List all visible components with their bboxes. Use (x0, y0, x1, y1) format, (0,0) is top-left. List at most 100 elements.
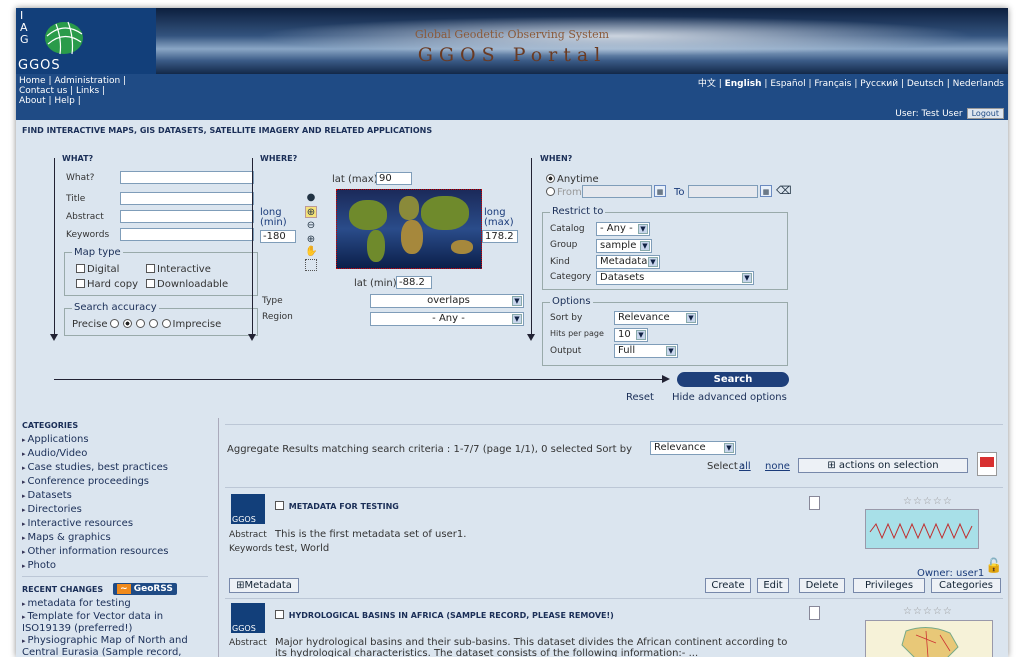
category-link[interactable]: Applications (22, 433, 208, 447)
lang-russian[interactable]: Русский (860, 79, 898, 89)
accuracy-radio-5[interactable] (161, 319, 171, 328)
select-all-link[interactable]: all (739, 461, 751, 472)
select-box-icon[interactable] (305, 259, 317, 271)
delete-button[interactable]: Delete (799, 578, 845, 593)
lang-dutch[interactable]: Nederlands (953, 79, 1004, 89)
digital-checkbox[interactable] (76, 264, 85, 273)
categories-button[interactable]: Categories (931, 578, 1001, 593)
nav-links-row-2[interactable]: Contact us | Links | (19, 86, 126, 96)
lang-english[interactable]: English (725, 79, 762, 89)
category-link[interactable]: Directories (22, 503, 208, 517)
lang-french[interactable]: Français (814, 79, 851, 89)
long-max-input[interactable]: 178.2 (482, 230, 518, 243)
calendar-icon[interactable]: ▦ (654, 185, 666, 197)
lat-min-input[interactable]: -88.2 (396, 276, 432, 289)
recent-link[interactable]: Template for Vector data in ISO19139 (pr… (22, 611, 206, 634)
hardcopy-option[interactable]: Hard copy (76, 279, 138, 290)
nav-links-row-1[interactable]: Home | Administration | (19, 76, 126, 86)
accuracy-radio-4[interactable] (148, 319, 158, 328)
logout-button[interactable]: Logout (966, 108, 1004, 119)
output-select[interactable]: Full ▼ (614, 344, 678, 358)
metadata-button[interactable]: ⊞Metadata (229, 578, 299, 593)
type-select[interactable]: overlaps ▼ (370, 294, 524, 308)
group-select[interactable]: sample ▼ (596, 239, 652, 253)
lang-chinese[interactable]: 中文 (698, 79, 716, 89)
downloadable-option[interactable]: Downloadable (146, 279, 228, 290)
interactive-option[interactable]: Interactive (146, 264, 211, 275)
accuracy-radio-3[interactable] (135, 319, 145, 328)
from-radio[interactable] (546, 187, 555, 196)
zoom-icon[interactable]: ⊕ (305, 234, 317, 246)
record-checkbox[interactable] (275, 501, 284, 510)
recent-link[interactable]: metadata for testing (22, 598, 206, 610)
category-link[interactable]: Interactive resources (22, 517, 208, 531)
kind-select[interactable]: Metadata ▼ (596, 255, 660, 269)
hardcopy-checkbox[interactable] (76, 279, 85, 288)
lang-spanish[interactable]: Español (770, 79, 805, 89)
clear-date-icon[interactable]: ⌫ (776, 185, 792, 197)
category-link[interactable]: Case studies, best practices (22, 461, 208, 475)
interactive-checkbox[interactable] (146, 264, 155, 273)
rating-stars[interactable]: ☆☆☆☆☆ (903, 606, 953, 617)
from-option[interactable]: From (544, 187, 582, 198)
digital-option[interactable]: Digital (76, 264, 119, 275)
title-input[interactable] (120, 192, 254, 205)
abstract-input[interactable] (120, 210, 254, 223)
what-arrow-icon (50, 334, 58, 341)
zoom-out-icon[interactable]: ⊖ (305, 220, 317, 232)
zoom-world-icon[interactable]: ● (305, 192, 317, 204)
category-link[interactable]: Maps & graphics (22, 531, 208, 545)
document-icon[interactable] (809, 606, 820, 620)
lang-german[interactable]: Deutsch (907, 79, 944, 89)
category-link[interactable]: Datasets (22, 489, 208, 503)
record-title-text[interactable]: HYDROLOGICAL BASINS IN AFRICA (SAMPLE RE… (289, 611, 614, 620)
sort-select[interactable]: Relevance ▼ (614, 311, 698, 325)
calendar-icon[interactable]: ▦ (760, 185, 772, 197)
category-link[interactable]: Audio/Video (22, 447, 208, 461)
category-link[interactable]: Conference proceedings (22, 475, 208, 489)
document-icon[interactable] (809, 496, 820, 510)
unlock-icon[interactable]: 🔓 (985, 558, 1002, 576)
search-button[interactable]: Search (677, 372, 789, 387)
reset-link[interactable]: Reset (626, 392, 654, 403)
anytime-option[interactable]: Anytime (544, 174, 599, 185)
world-map[interactable] (336, 189, 482, 269)
keywords-input[interactable] (120, 228, 254, 241)
catalog-select[interactable]: - Any - ▼ (596, 222, 650, 236)
region-select[interactable]: - Any - ▼ (370, 312, 524, 326)
record-title[interactable]: METADATA FOR TESTING (275, 501, 399, 511)
from-date-input[interactable] (582, 185, 652, 198)
recent-link[interactable]: Physiographic Map of North and Central E… (22, 635, 206, 657)
georss-button[interactable]: ∼ GeoRSS (113, 583, 177, 595)
edit-button[interactable]: Edit (757, 578, 789, 593)
create-button[interactable]: Create (705, 578, 751, 593)
nav-links-row-3[interactable]: About | Help | (19, 96, 126, 106)
record-title[interactable]: HYDROLOGICAL BASINS IN AFRICA (SAMPLE RE… (275, 610, 614, 620)
accuracy-radio-2[interactable] (122, 319, 132, 328)
hide-advanced-link[interactable]: Hide advanced options (672, 392, 787, 403)
category-link[interactable]: Photo (22, 559, 208, 573)
to-date-input[interactable] (688, 185, 758, 198)
pdf-export-icon[interactable] (977, 452, 997, 476)
current-user: User: Test User (895, 109, 963, 119)
accuracy-radio-1[interactable] (109, 319, 119, 328)
category-link[interactable]: Other information resources (22, 545, 208, 559)
results-sort-select[interactable]: Relevance ▼ (650, 441, 736, 455)
anytime-radio[interactable] (546, 174, 555, 183)
what-input[interactable] (120, 171, 254, 184)
record-title-text[interactable]: METADATA FOR TESTING (289, 502, 399, 511)
record-thumbnail[interactable] (865, 509, 979, 549)
hits-select[interactable]: 10 ▼ (614, 328, 648, 342)
pan-hand-icon[interactable]: ✋ (305, 246, 317, 258)
zoom-in-icon[interactable]: ⊕ (305, 206, 317, 218)
rating-stars[interactable]: ☆☆☆☆☆ (903, 496, 953, 507)
downloadable-checkbox[interactable] (146, 279, 155, 288)
record-checkbox[interactable] (275, 610, 284, 619)
select-none-link[interactable]: none (765, 461, 790, 472)
record-thumbnail[interactable] (865, 620, 993, 657)
privileges-button[interactable]: Privileges (853, 578, 925, 593)
actions-on-selection-button[interactable]: ⊞ actions on selection (798, 458, 968, 473)
category-select[interactable]: Datasets ▼ (596, 271, 754, 285)
lat-max-input[interactable]: 90 (376, 172, 412, 185)
long-min-input[interactable]: -180 (260, 230, 296, 243)
